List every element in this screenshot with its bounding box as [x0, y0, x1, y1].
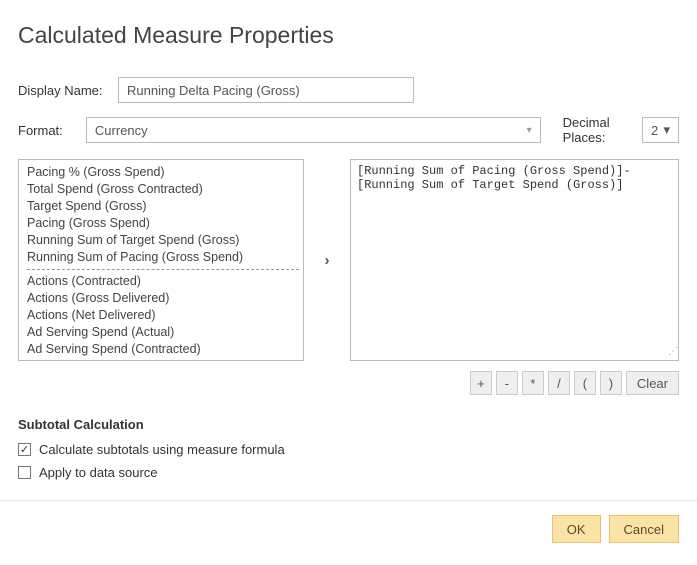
chevron-down-icon: ▾ — [663, 122, 670, 138]
operator-plus-button[interactable]: + — [470, 371, 492, 395]
list-item[interactable]: Actions (Contracted) — [27, 273, 299, 290]
resize-grip-icon[interactable]: ⋰ — [668, 350, 676, 358]
list-item[interactable]: Actions (Net Delivered) — [27, 307, 299, 324]
list-item[interactable]: Running Sum of Pacing (Gross Spend) — [27, 249, 299, 266]
list-item[interactable]: Actions (Gross Delivered) — [27, 290, 299, 307]
decimal-places-select[interactable]: 2 ▾ — [642, 117, 679, 143]
list-item[interactable]: Running Sum of Target Spend (Gross) — [27, 232, 299, 249]
display-name-label: Display Name: — [18, 83, 118, 98]
clear-button[interactable]: Clear — [626, 371, 679, 395]
apply-datasource-checkbox[interactable] — [18, 466, 31, 479]
formula-textarea[interactable]: [Running Sum of Pacing (Gross Spend)]-[R… — [350, 159, 679, 361]
operator-rparen-button[interactable]: ) — [600, 371, 622, 395]
dialog-title: Calculated Measure Properties — [18, 22, 679, 49]
footer-separator — [0, 500, 697, 501]
operator-minus-button[interactable]: - — [496, 371, 518, 395]
list-item[interactable]: Target Spend (Gross) — [27, 198, 299, 215]
list-item[interactable]: Ad Serving Spend (Actual) — [27, 324, 299, 341]
decimal-places-value: 2 — [651, 123, 658, 138]
operator-lparen-button[interactable]: ( — [574, 371, 596, 395]
subtotal-formula-checkbox[interactable]: ✓ — [18, 443, 31, 456]
subtotal-formula-label: Calculate subtotals using measure formul… — [39, 442, 285, 457]
ok-button[interactable]: OK — [552, 515, 601, 543]
apply-datasource-label: Apply to data source — [39, 465, 158, 480]
chevron-right-icon[interactable]: › — [325, 252, 330, 269]
subtotal-heading: Subtotal Calculation — [18, 417, 679, 432]
operator-divide-button[interactable]: / — [548, 371, 570, 395]
list-item[interactable]: Pacing (Gross Spend) — [27, 215, 299, 232]
operator-times-button[interactable]: * — [522, 371, 544, 395]
measures-listbox[interactable]: Pacing % (Gross Spend) Total Spend (Gros… — [18, 159, 304, 361]
list-item[interactable]: Ad Serving Spend (Contracted) — [27, 341, 299, 358]
list-item[interactable]: Total Spend (Gross Contracted) — [27, 181, 299, 198]
formula-text: [Running Sum of Pacing (Gross Spend)]-[R… — [357, 164, 631, 192]
cancel-button[interactable]: Cancel — [609, 515, 679, 543]
chevron-down-icon: ▾ — [527, 125, 532, 136]
format-select-value: Currency — [95, 123, 148, 138]
format-select[interactable]: Currency ▾ — [86, 117, 541, 143]
decimal-places-label: Decimal Places: — [563, 115, 626, 145]
display-name-input[interactable] — [118, 77, 414, 103]
format-label: Format: — [18, 123, 86, 138]
list-item[interactable]: Pacing % (Gross Spend) — [27, 164, 299, 181]
list-divider — [27, 269, 299, 270]
